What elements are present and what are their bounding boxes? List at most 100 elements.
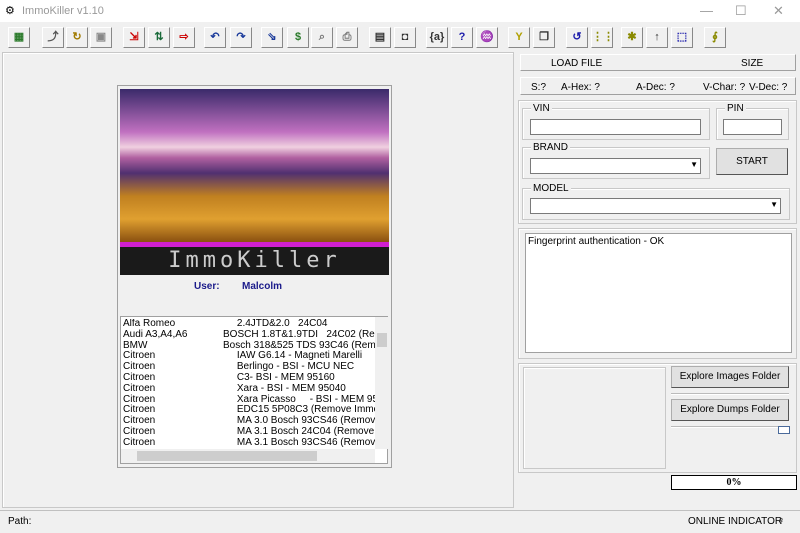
maximize-button[interactable]: ☐ xyxy=(735,3,747,19)
vin-group: VIN xyxy=(522,103,710,140)
vertical-scrollbar[interactable] xyxy=(375,317,388,449)
book-icon: ♒ xyxy=(480,31,494,43)
goto-button[interactable]: ⇘ xyxy=(261,27,283,48)
pin-group: PIN xyxy=(716,103,789,140)
refresh-button[interactable]: ↺ xyxy=(566,27,588,48)
key-button[interactable]: Y xyxy=(508,27,530,48)
a-dec-value: A-Dec: ? xyxy=(636,82,675,93)
window-button[interactable]: ◘ xyxy=(394,27,416,48)
pin-label: PIN xyxy=(725,103,746,114)
replace-button[interactable]: $ xyxy=(287,27,309,48)
calculator-icon: ▤ xyxy=(374,31,386,43)
log-textarea[interactable]: Fingerprint authentication - OK xyxy=(525,233,792,353)
redo-button[interactable]: ↷ xyxy=(230,27,252,48)
vin-input[interactable] xyxy=(530,119,701,135)
chevron-down-icon[interactable]: ▼ xyxy=(690,160,698,169)
undo-icon: ↶ xyxy=(210,31,220,43)
reload-icon: ↻ xyxy=(72,31,82,43)
title-bar: ⚙ ImmoKiller v1.10 — ☐ ✕ xyxy=(0,0,800,22)
save-button[interactable]: ▣ xyxy=(90,27,112,48)
brand-select[interactable]: ▼ xyxy=(530,158,701,174)
car-list[interactable]: Alfa Romeo 2.4JTD&2.0 24C04 Audi A3,A4,A6… xyxy=(120,316,388,464)
progress-bar: 0% xyxy=(671,475,797,490)
app-icon: ⚙ xyxy=(5,5,15,17)
divider xyxy=(671,426,783,428)
reload-button[interactable]: ↻ xyxy=(66,27,88,48)
variable-button[interactable]: {a} xyxy=(426,27,448,48)
refresh-icon: ↺ xyxy=(572,31,582,43)
bulb-icon: ♀ xyxy=(777,515,786,527)
print-icon: ⎙ xyxy=(342,31,352,43)
minimize-button[interactable]: — xyxy=(700,3,713,18)
list-item[interactable]: Citroen MA 3.1 Bosch 93CS46 (Remove Imi xyxy=(121,436,375,449)
chevron-down-icon[interactable]: ▼ xyxy=(770,200,778,209)
explore-images-button[interactable]: Explore Images Folder xyxy=(671,366,789,388)
export-button[interactable]: ⇨ xyxy=(173,27,195,48)
new-file-button[interactable]: ✱ xyxy=(621,27,643,48)
start-button[interactable]: START xyxy=(716,148,788,175)
explore-dumps-button[interactable]: Explore Dumps Folder xyxy=(671,399,789,421)
online-indicator-label: ONLINE INDICATOR xyxy=(688,516,783,527)
open-icon: ⤴ xyxy=(47,31,59,43)
variable-icon: {a} xyxy=(429,31,445,43)
select-button[interactable]: ⬚ xyxy=(671,27,693,48)
goto-icon: ⇘ xyxy=(267,31,277,43)
import-icon: ⇲ xyxy=(129,31,139,43)
export-icon: ⇨ xyxy=(179,31,189,43)
toolbar: ▦ ⤴ ↻ ▣ ⇲ ⇅ ⇨ ↶ ↷ ⇘ $ ⌕ ⎙ ▤ ◘ {a}? ♒ Y ❐ ↺ ⋮⋮ ✱ ↑ ⬚ ∮ xyxy=(0,24,800,50)
select-icon: ⬚ xyxy=(676,31,688,43)
info-box: ImmoKiller User: Malcolm Alfa Romeo 2.4J… xyxy=(117,85,392,468)
list-item-brand: Citroen xyxy=(123,436,156,448)
v-char-value: V-Char: ? xyxy=(703,82,746,93)
undo-button[interactable]: ↶ xyxy=(204,27,226,48)
path-label: Path: xyxy=(8,516,32,527)
load-file-label[interactable]: LOAD FILE xyxy=(551,58,602,69)
find-button[interactable]: ⌕ xyxy=(311,27,333,48)
model-group: MODEL ▼ xyxy=(522,183,790,220)
tool-icon: ∮ xyxy=(712,31,718,43)
list-item[interactable]: Citroen Xara - BSI - MEM 95040 xyxy=(121,382,375,395)
vin-label: VIN xyxy=(531,103,552,114)
model-select[interactable]: ▼ xyxy=(530,198,781,214)
columns-icon: ⋮⋮ xyxy=(592,31,614,43)
scroll-thumb[interactable] xyxy=(377,333,387,347)
user-label: User: xyxy=(194,281,220,292)
swap-button[interactable]: ⇅ xyxy=(148,27,170,48)
up-icon: ↑ xyxy=(654,31,660,43)
scroll-thumb[interactable] xyxy=(137,451,317,461)
close-button[interactable]: ✕ xyxy=(773,3,784,19)
calculator-button[interactable]: ▤ xyxy=(369,27,391,48)
window-icon: ◘ xyxy=(401,31,409,43)
size-label: SIZE xyxy=(741,58,764,69)
copy-icon: ❐ xyxy=(539,31,549,43)
horizontal-scrollbar[interactable] xyxy=(121,449,375,463)
help-button[interactable]: ? xyxy=(451,27,473,48)
key-icon: Y xyxy=(515,31,523,43)
copy-button[interactable]: ❐ xyxy=(533,27,555,48)
new-button[interactable]: ▦ xyxy=(8,27,30,48)
preview-box xyxy=(523,367,666,469)
load-file-bar[interactable]: LOAD FILE SIZE xyxy=(520,54,796,71)
print-button[interactable]: ⎙ xyxy=(336,27,358,48)
address-info: S:? A-Hex: ? A-Dec: ? V-Char: ? V-Dec: ? xyxy=(520,77,796,95)
import-button[interactable]: ⇲ xyxy=(123,27,145,48)
book-button[interactable]: ♒ xyxy=(476,27,498,48)
save-icon: ▣ xyxy=(95,31,107,43)
list-item-module: MA 3.1 Bosch 93CS46 (Remove Imi xyxy=(236,436,375,448)
panel-icon[interactable] xyxy=(778,426,790,434)
tool-button[interactable]: ∮ xyxy=(704,27,726,48)
list-item-brand: Citroen xyxy=(123,382,156,394)
window-title: ImmoKiller v1.10 xyxy=(22,5,104,17)
open-button[interactable]: ⤴ xyxy=(42,27,64,48)
new-file-icon: ✱ xyxy=(627,31,637,43)
new-icon: ▦ xyxy=(13,31,25,43)
redo-icon: ↷ xyxy=(236,31,246,43)
list-item[interactable]: Audi A3,A4,A6 BOSCH 1.8T&1.9TDI 24C02 (Re… xyxy=(121,328,375,341)
list-item-brand: Audi A3,A4,A6 xyxy=(123,328,188,340)
up-button[interactable]: ↑ xyxy=(646,27,668,48)
columns-button[interactable]: ⋮⋮ xyxy=(591,27,614,48)
pin-input[interactable] xyxy=(723,119,782,135)
list-item-module: Xara - BSI - MEM 95040 xyxy=(223,382,346,394)
replace-icon: $ xyxy=(294,31,302,43)
progress-text: 0% xyxy=(726,477,742,488)
